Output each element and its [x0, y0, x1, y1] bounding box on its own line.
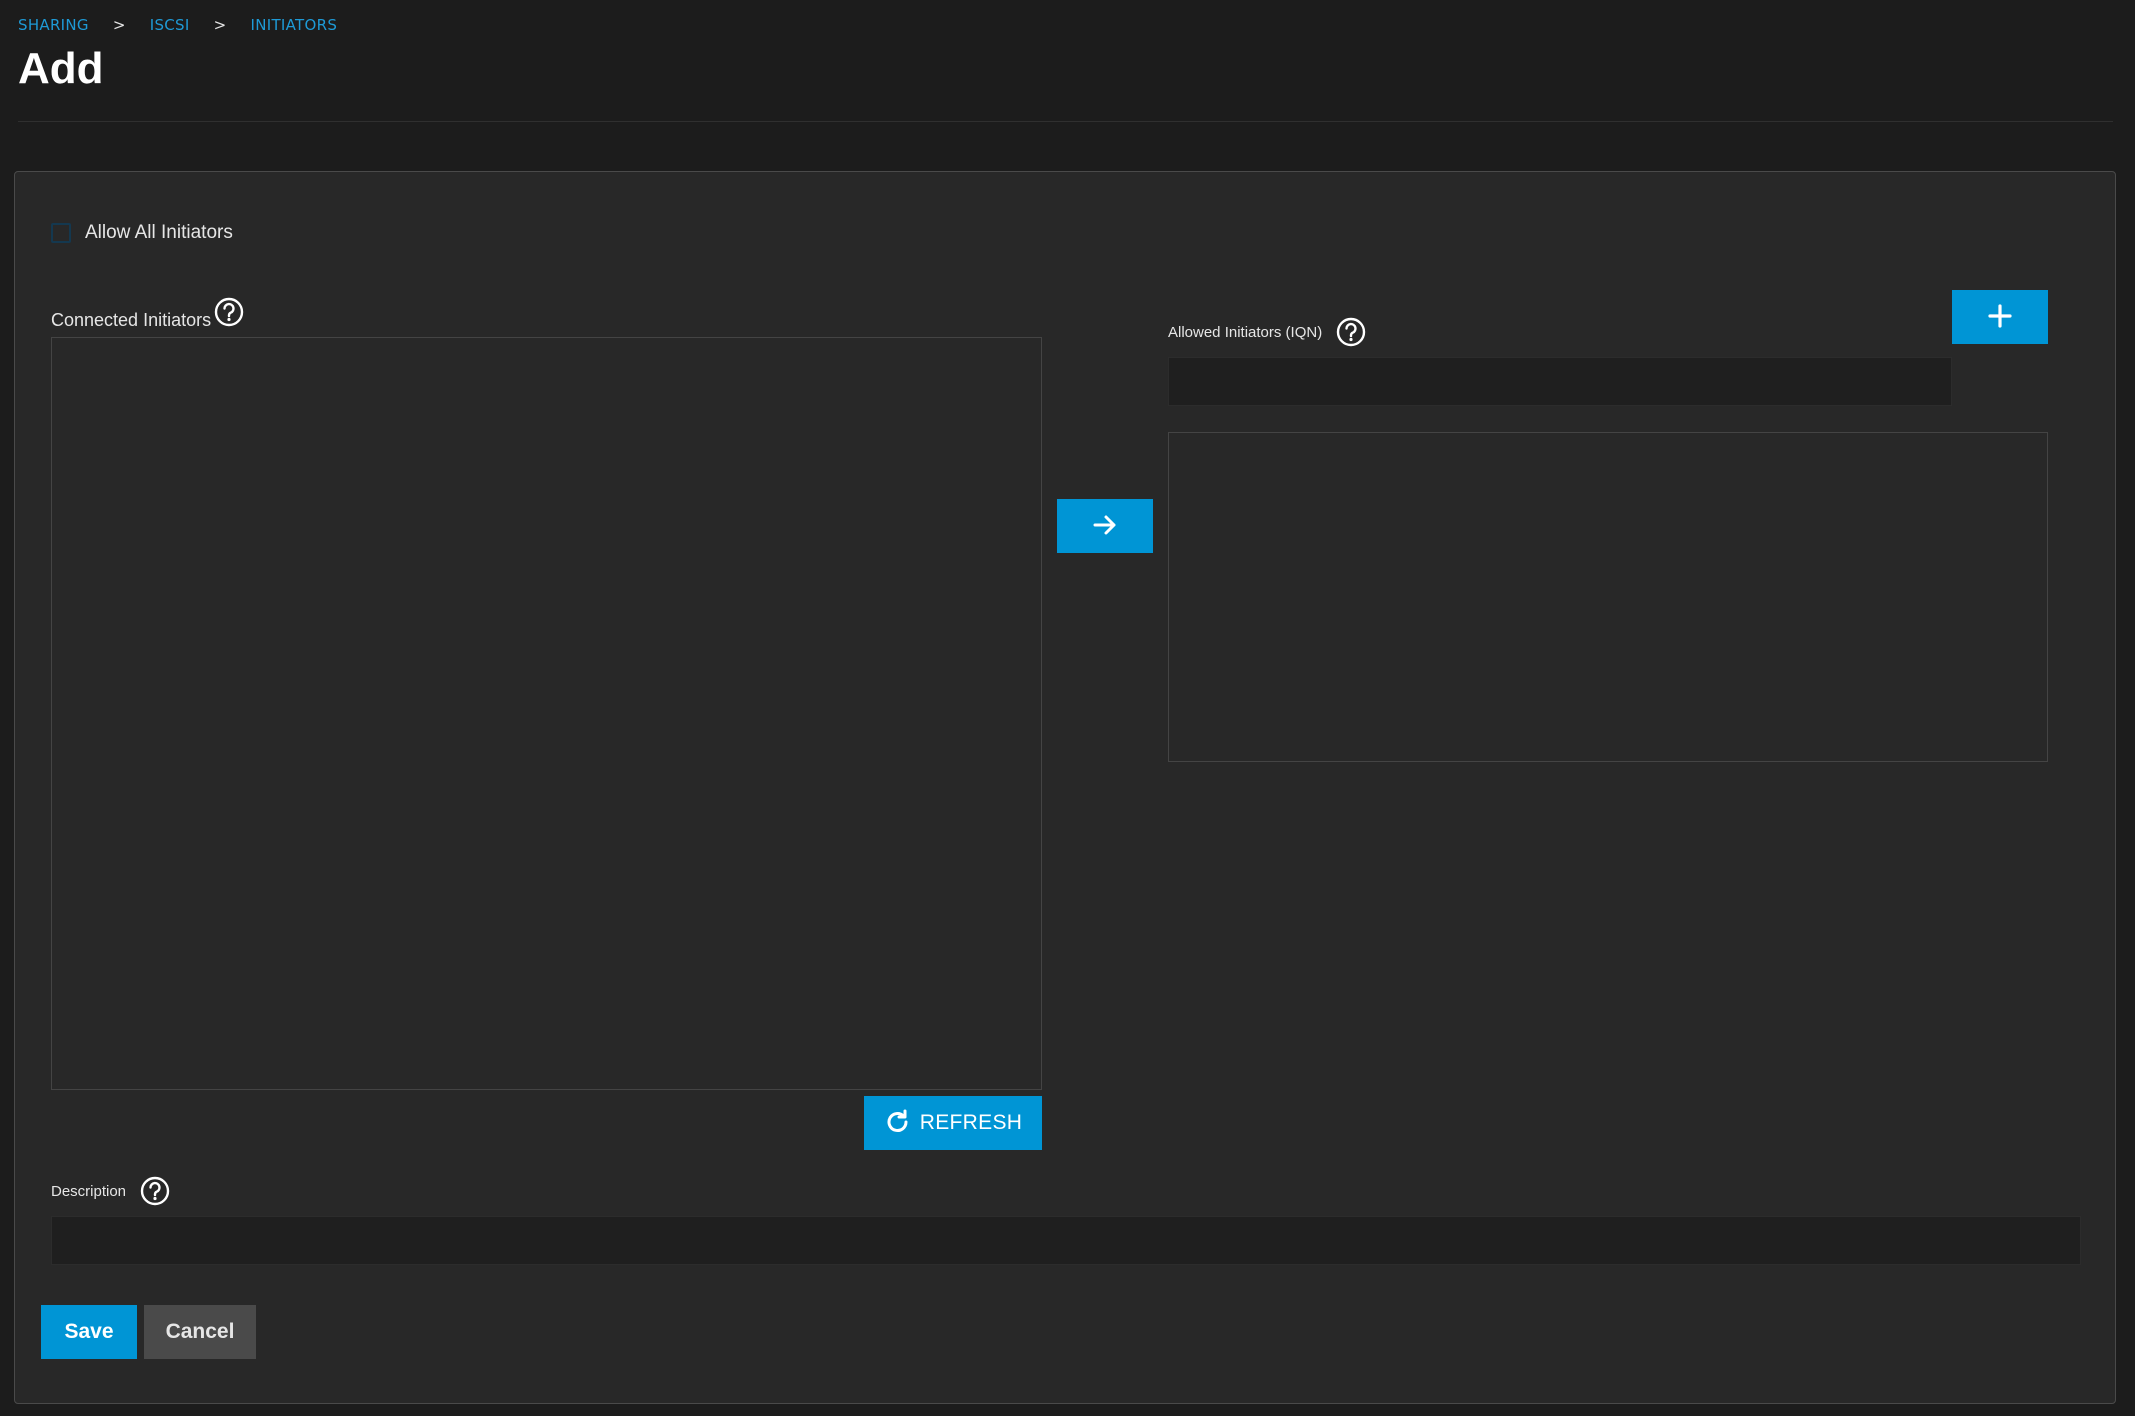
description-label: Description	[51, 1182, 127, 1200]
allow-all-initiators-option[interactable]: Allow All Initiators	[51, 222, 233, 244]
description-label-row: Description	[51, 1176, 170, 1206]
save-button[interactable]: Save	[41, 1305, 137, 1359]
help-circle-icon[interactable]	[214, 297, 244, 327]
refresh-icon	[884, 1108, 912, 1139]
breadcrumb-separator: >	[112, 16, 126, 34]
add-allowed-initiator-button[interactable]	[1952, 290, 2048, 344]
cancel-button[interactable]: Cancel	[144, 1305, 256, 1359]
breadcrumb: SHARING > ISCSI > INITIATORS	[18, 16, 337, 34]
refresh-label: REFRESH	[919, 1111, 1023, 1134]
connected-initiators-label: Connected Initiators	[51, 310, 212, 330]
allow-all-initiators-label: Allow All Initiators	[85, 222, 233, 243]
help-circle-icon[interactable]	[140, 1176, 170, 1206]
breadcrumb-initiators[interactable]: INITIATORS	[250, 16, 337, 34]
page-title: Add	[18, 44, 104, 93]
plus-icon	[1987, 303, 2013, 332]
breadcrumb-sharing[interactable]: SHARING	[18, 16, 89, 34]
connected-initiators-list[interactable]	[51, 337, 1042, 1090]
allowed-initiators-input[interactable]	[1168, 357, 1952, 406]
initiator-form-card: Allow All Initiators Connected Initiator…	[14, 171, 2116, 1404]
description-input[interactable]	[51, 1216, 2081, 1265]
connected-initiators-label-row: Connected Initiators	[51, 292, 244, 331]
arrow-right-icon	[1091, 511, 1119, 542]
help-circle-icon[interactable]	[1336, 317, 1366, 347]
allowed-initiators-list[interactable]	[1168, 432, 2048, 762]
page: SHARING > ISCSI > INITIATORS Add Allow A…	[0, 0, 2135, 1416]
save-label: Save	[64, 1320, 114, 1343]
cancel-label: Cancel	[165, 1320, 235, 1343]
breadcrumb-separator: >	[213, 16, 227, 34]
breadcrumb-iscsi[interactable]: ISCSI	[150, 16, 190, 34]
header-divider	[18, 121, 2113, 122]
allow-all-initiators-checkbox[interactable]	[51, 223, 71, 243]
refresh-button[interactable]: REFRESH	[864, 1096, 1042, 1150]
allowed-initiators-label-row: Allowed Initiators (IQN)	[1168, 317, 1366, 347]
allowed-initiators-label: Allowed Initiators (IQN)	[1168, 323, 1323, 341]
move-to-allowed-button[interactable]	[1057, 499, 1153, 553]
